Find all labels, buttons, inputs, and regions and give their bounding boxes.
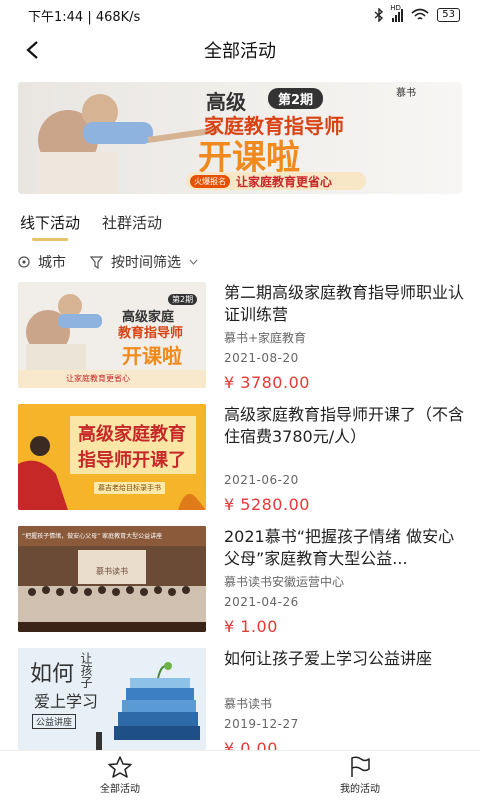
- activity-info: 2021慕书“把握孩子情绪 做安心父母”家庭教育大型公益... 慕书读书安徽运营…: [224, 526, 464, 636]
- activity-tabs: 线下活动 社群活动: [20, 212, 162, 241]
- tabbar-my-activities[interactable]: 我的活动: [240, 751, 480, 800]
- tab-community[interactable]: 社群活动: [102, 212, 162, 241]
- status-time: 下午1:44 | 468K/s: [28, 9, 141, 25]
- activity-date: 2021-06-20: [224, 473, 299, 487]
- tabbar-all-activities[interactable]: 全部活动: [0, 751, 240, 800]
- activity-item[interactable]: 高级家庭教育 指导师开课了 慕吉老给目标录手书 高级家庭教育指导师开课了（不含住…: [18, 404, 464, 514]
- back-button[interactable]: [18, 36, 46, 64]
- location-icon: [18, 256, 30, 268]
- activity-info: 高级家庭教育指导师开课了（不含住宿费3780元/人） 2021-06-20 ¥ …: [224, 404, 464, 514]
- activity-organizer: 慕书读书安徽运营中心: [224, 575, 345, 589]
- activity-item[interactable]: “把握孩子情绪，做安心父母” 家庭教育大型公益讲座 慕书读书 2021慕书“把握…: [18, 526, 464, 636]
- activity-item[interactable]: 第2期 高级家庭 教育指导师 开课啦 让家庭教育更省心 第二期高级家庭教育指导师…: [18, 282, 464, 392]
- status-icons: HD 53: [374, 4, 460, 22]
- banner-badge: 火爆报名: [190, 174, 230, 188]
- status-bar: 下午1:44 | 468K/s HD 53: [0, 0, 480, 30]
- poster-line1: 高级家庭教育: [78, 424, 186, 445]
- poster-line1: 如何: [30, 662, 75, 687]
- poster-issue: 第2期: [168, 294, 198, 305]
- banner-slogan-bar: 火爆报名 让家庭教育更省心: [186, 172, 366, 190]
- poster-line2: 教育指导师: [118, 326, 184, 341]
- activity-info: 如何让孩子爱上学习公益讲座 慕书读书 2019-12-27 ¥ 0.00: [224, 648, 464, 758]
- activity-info: 第二期高级家庭教育指导师职业认证训练营 慕书+家庭教育 2021-08-20 ¥…: [224, 282, 464, 392]
- poster-line3: 爱上学习: [34, 692, 99, 711]
- activity-price: ¥ 3780.00: [224, 373, 310, 392]
- banner-slogan: 让家庭教育更省心: [236, 174, 333, 189]
- filter-bar: 城市 按时间筛选: [18, 252, 198, 272]
- poster-header: “把握孩子情绪，做安心父母” 家庭教育大型公益讲座: [22, 533, 163, 540]
- tab-offline[interactable]: 线下活动: [20, 212, 80, 241]
- poster-line2: 让孩子: [79, 652, 93, 688]
- bluetooth-icon: [374, 8, 384, 22]
- activity-date: 2021-08-20: [224, 351, 299, 365]
- activity-item[interactable]: 如何 让孩子 爱上学习 公益讲座 如何让孩子爱上学习公益讲座 慕书读书 2019…: [18, 648, 464, 758]
- activity-title: 2021慕书“把握孩子情绪 做安心父母”家庭教育大型公益...: [224, 527, 455, 567]
- chevron-left-icon: [26, 41, 38, 59]
- activity-title: 高级家庭教育指导师开课了（不含住宿费3780元/人）: [224, 405, 464, 446]
- activity-thumbnail: 高级家庭教育 指导师开课了 慕吉老给目标录手书: [18, 404, 206, 510]
- bottom-tab-bar: 全部活动 我的活动: [0, 750, 480, 800]
- time-filter-label: 按时间筛选: [111, 255, 181, 271]
- activity-price: ¥ 5280.00: [224, 495, 310, 514]
- activity-date: 2021-04-26: [224, 595, 299, 609]
- poster-line3: 开课啦: [122, 344, 182, 368]
- poster-line2: 指导师开课了: [78, 450, 186, 471]
- signal-icon: HD: [390, 4, 404, 22]
- activity-organizer: [224, 452, 464, 467]
- nav-bar: 全部活动: [0, 30, 480, 70]
- poster-brand: 慕书读书: [96, 567, 128, 576]
- activity-price: ¥ 1.00: [224, 617, 278, 636]
- wifi-icon: [411, 8, 429, 20]
- activity-organizer: 慕书读书: [224, 697, 273, 711]
- poster-note: 慕吉老给目标录手书: [94, 482, 165, 494]
- chevron-down-icon: [189, 259, 198, 265]
- activity-organizer: 慕书+家庭教育: [224, 331, 307, 345]
- activity-title: 如何让孩子爱上学习公益讲座: [224, 649, 433, 668]
- banner-brand: 慕书: [396, 88, 416, 99]
- city-filter[interactable]: 城市: [18, 252, 66, 272]
- page-title: 全部活动: [204, 41, 276, 62]
- activity-thumbnail: “把握孩子情绪，做安心父母” 家庭教育大型公益讲座 慕书读书: [18, 526, 206, 632]
- poster-tag: 公益讲座: [32, 714, 77, 729]
- battery-icon: 53: [437, 8, 460, 22]
- activity-thumbnail: 如何 让孩子 爱上学习 公益讲座: [18, 648, 206, 754]
- poster-slogan: 让家庭教育更省心: [66, 374, 130, 383]
- time-filter[interactable]: 按时间筛选: [90, 252, 198, 272]
- promo-banner[interactable]: 慕书 高级 第2期 家庭教育指导师 开课啦 火爆报名 让家庭教育更省心: [18, 82, 462, 194]
- star-icon: [108, 756, 132, 778]
- activity-title: 第二期高级家庭教育指导师职业认证训练营: [224, 283, 464, 323]
- hd-badge: HD: [390, 4, 401, 12]
- funnel-icon: [90, 255, 103, 269]
- poster-graphic: [18, 526, 206, 632]
- activity-date: 2019-12-27: [224, 717, 299, 731]
- banner-issue: 第2期: [268, 88, 324, 109]
- tabbar-all-activities-label: 全部活动: [100, 784, 140, 795]
- flag-icon: [351, 756, 370, 777]
- tabbar-my-activities-label: 我的活动: [340, 784, 380, 795]
- activity-thumbnail: 第2期 高级家庭 教育指导师 开课啦 让家庭教育更省心: [18, 282, 206, 388]
- city-filter-label: 城市: [38, 255, 66, 271]
